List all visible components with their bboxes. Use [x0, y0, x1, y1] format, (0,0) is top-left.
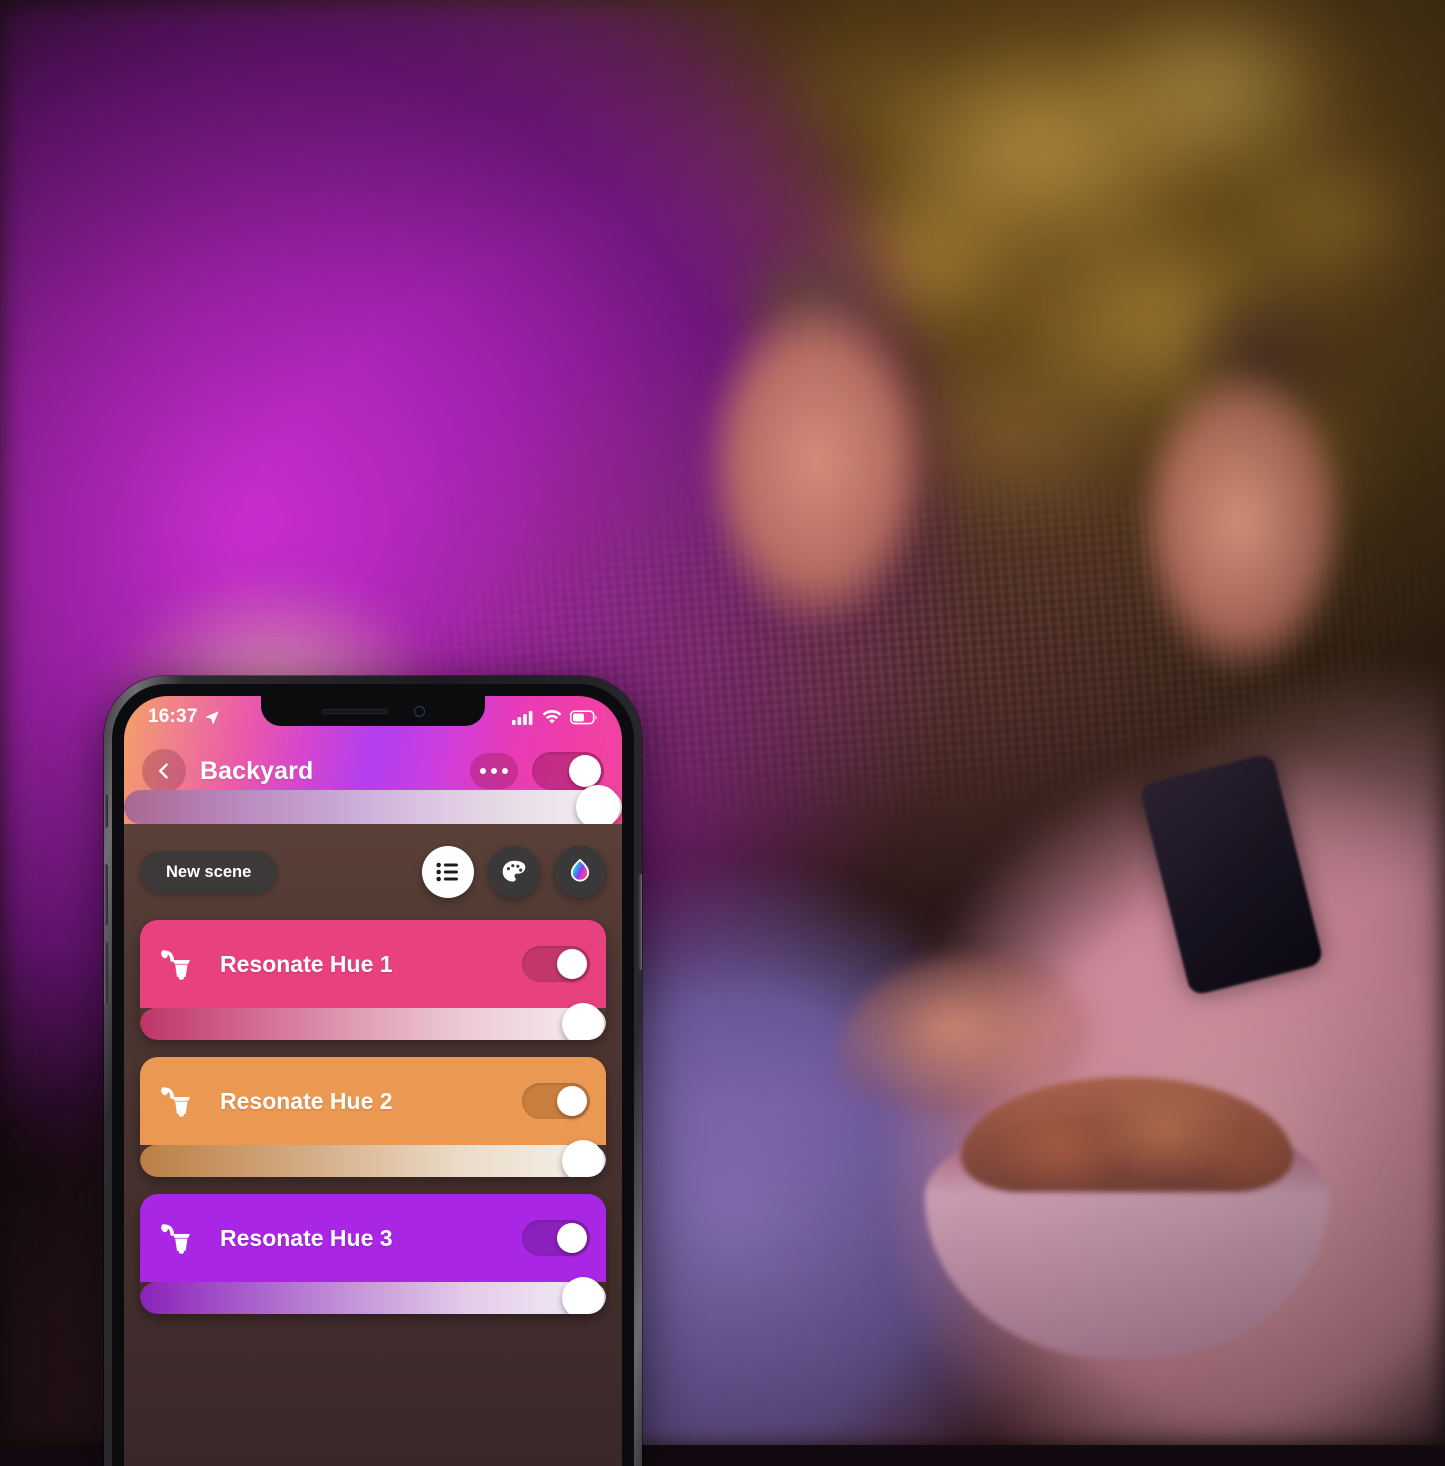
room-header: 16:37 Backyard — [124, 696, 622, 829]
palette-icon — [502, 860, 526, 882]
hue-color-drop-icon — [570, 858, 590, 882]
light-power-toggle[interactable] — [522, 1083, 590, 1119]
status-bar-time: 16:37 — [148, 706, 198, 727]
volume-down-button[interactable] — [104, 942, 108, 1004]
light-card[interactable]: Resonate Hue 1 — [140, 920, 606, 1040]
status-bar: 16:37 — [124, 696, 622, 738]
room-content: New scene Resonate Hue 1 Resonate Hue 2 … — [124, 824, 622, 1466]
toggle-knob — [557, 1223, 587, 1253]
new-scene-label: New scene — [166, 862, 252, 881]
overflow-dot — [502, 768, 508, 774]
light-name: Resonate Hue 3 — [220, 1224, 393, 1251]
slider-knob — [576, 785, 620, 829]
smartphone-mockup: 16:37 Backyard New scene Resonate Hue 1 … — [104, 676, 642, 1466]
location-arrow-icon — [205, 710, 219, 724]
page-title: Backyard — [200, 756, 314, 785]
light-card[interactable]: Resonate Hue 3 — [140, 1194, 606, 1314]
light-card-header: Resonate Hue 1 — [140, 920, 606, 1008]
slider-knob — [562, 1003, 604, 1040]
overflow-dot — [491, 768, 497, 774]
toggle-knob — [569, 755, 601, 787]
list-icon — [436, 862, 458, 882]
toolbar: New scene — [140, 846, 606, 898]
slider-knob — [562, 1277, 604, 1314]
light-brightness-slider[interactable] — [140, 1003, 606, 1040]
silence-switch[interactable] — [104, 794, 108, 828]
power-button[interactable] — [638, 874, 642, 970]
overflow-dot — [480, 768, 486, 774]
light-card-header: Resonate Hue 2 — [140, 1057, 606, 1145]
light-list: Resonate Hue 1 Resonate Hue 2 Resonate H… — [140, 920, 606, 1314]
phone-screen: 16:37 Backyard New scene Resonate Hue 1 … — [124, 696, 622, 1466]
new-scene-button[interactable]: New scene — [140, 851, 278, 893]
light-power-toggle[interactable] — [522, 1220, 590, 1256]
room-brightness-slider[interactable] — [124, 785, 622, 829]
light-brightness-slider[interactable] — [140, 1140, 606, 1177]
wall-lantern-icon — [161, 1087, 190, 1117]
light-card-header: Resonate Hue 3 — [140, 1194, 606, 1282]
volume-up-button[interactable] — [104, 864, 108, 926]
list-view-button[interactable] — [422, 846, 474, 898]
room-power-toggle[interactable] — [532, 752, 604, 790]
battery-icon — [570, 709, 597, 724]
light-name: Resonate Hue 2 — [220, 1087, 393, 1114]
scenes-palette-button[interactable] — [488, 846, 540, 898]
overflow-menu-button[interactable] — [470, 753, 518, 789]
slider-knob — [562, 1140, 604, 1177]
light-card[interactable]: Resonate Hue 2 — [140, 1057, 606, 1177]
color-picker-button[interactable] — [554, 846, 606, 898]
light-power-toggle[interactable] — [522, 946, 590, 982]
wall-lantern-icon — [161, 1224, 190, 1254]
wifi-icon — [542, 709, 562, 724]
back-button[interactable] — [142, 749, 186, 793]
light-brightness-slider[interactable] — [140, 1277, 606, 1314]
light-name: Resonate Hue 1 — [220, 950, 393, 977]
wall-lantern-icon — [161, 950, 190, 980]
cellular-signal-icon — [512, 710, 533, 725]
toggle-knob — [557, 949, 587, 979]
toggle-knob — [557, 1086, 587, 1116]
chevron-left-icon — [159, 763, 168, 779]
